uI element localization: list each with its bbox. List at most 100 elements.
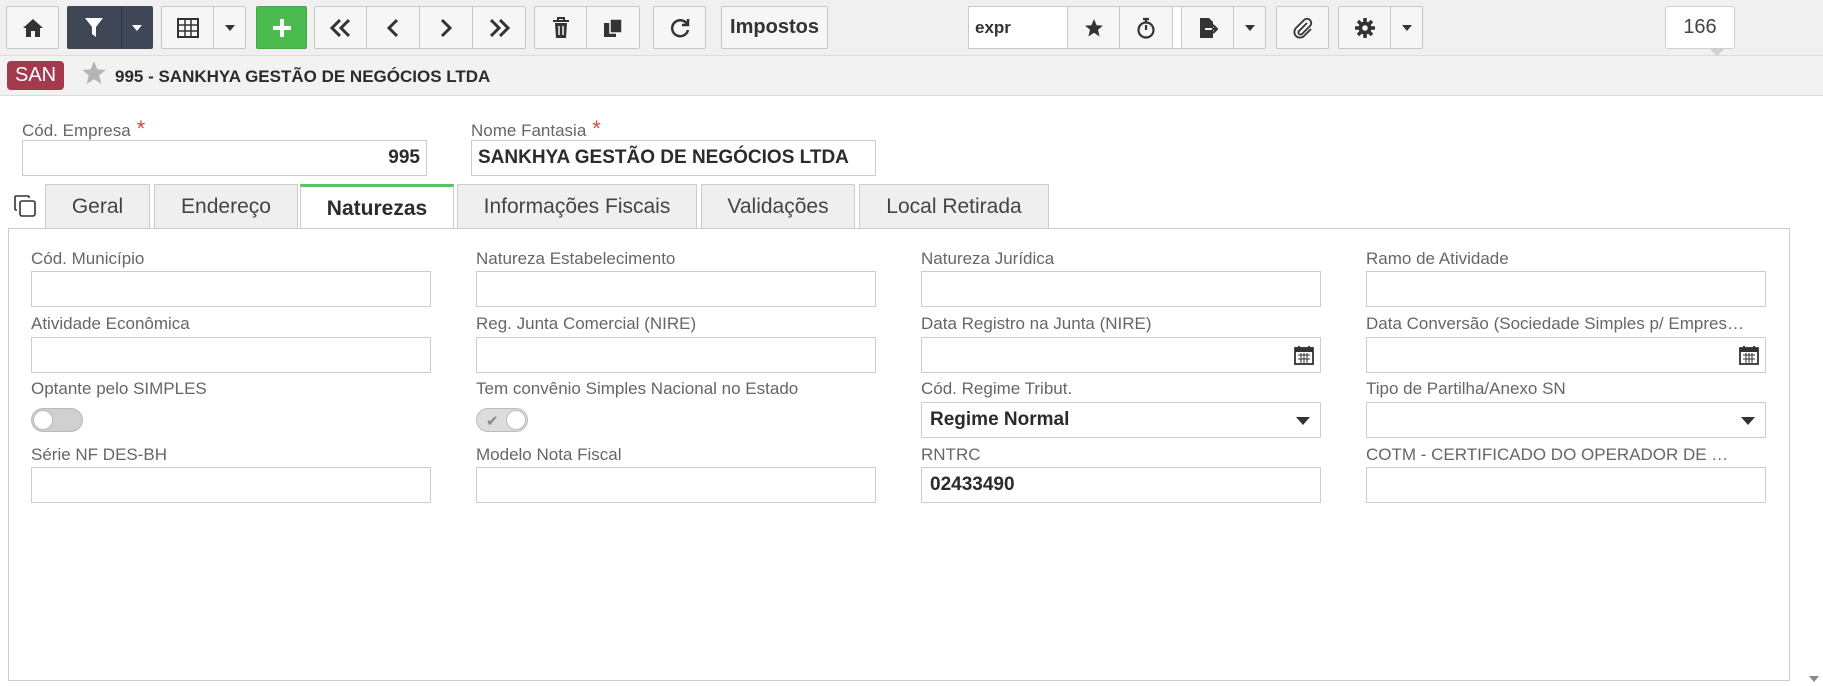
add-button[interactable]	[256, 6, 307, 49]
des-bh-series-input[interactable]	[31, 467, 431, 503]
caret-down-icon	[224, 24, 235, 31]
trade-name-field[interactable]: SANKHYA GESTÃO DE NEGÓCIOS LTDA	[471, 140, 876, 176]
field-label: Natureza Jurídica	[921, 249, 1055, 268]
home-icon	[22, 18, 43, 37]
filter-icon	[85, 17, 103, 37]
field-label: Data Conversão (Sociedade Simples p/ Emp…	[1366, 314, 1746, 333]
field-label: COTM - CERTIFICADO DO OPERADOR DE TRANSP…	[1366, 445, 1736, 464]
export-icon	[1199, 17, 1218, 38]
calendar-icon[interactable]	[1739, 345, 1759, 365]
field-label: Reg. Junta Comercial (NIRE)	[476, 314, 697, 333]
municipality-code-input[interactable]	[31, 271, 431, 307]
refresh-button[interactable]	[653, 6, 706, 49]
caret-down-icon	[132, 24, 142, 31]
caret-down-icon	[1401, 24, 1412, 31]
nire-date-input[interactable]	[921, 337, 1321, 373]
establishment-nature-input[interactable]	[476, 271, 876, 307]
field-label: Natureza Estabelecimento	[476, 249, 676, 268]
favorite-star-icon[interactable]	[81, 60, 107, 86]
grid-dropdown-button[interactable]	[214, 6, 246, 49]
duplicate-button[interactable]	[587, 6, 640, 49]
field-label: Optante pelo SIMPLES	[31, 379, 207, 398]
required-mark: *	[136, 116, 146, 141]
caret-down-icon	[1741, 417, 1755, 425]
refresh-icon	[670, 18, 689, 37]
tab-geral[interactable]: Geral	[45, 184, 150, 229]
tab-endereco[interactable]: Endereço	[154, 184, 298, 229]
rntrc-input[interactable]: 02433490	[921, 467, 1321, 503]
company-code-field[interactable]: 995	[22, 140, 427, 176]
copy-icon[interactable]	[13, 194, 37, 218]
simples-agreement-toggle[interactable]: ✔	[476, 408, 528, 432]
conversion-date-input[interactable]	[1366, 337, 1766, 373]
record-counter: 166	[1665, 6, 1735, 56]
taxes-button-label: Impostos	[730, 16, 819, 38]
export-dropdown-button[interactable]	[1234, 6, 1266, 49]
field-label: Cód. Regime Tribut.	[921, 379, 1073, 398]
chevron-right-icon	[440, 18, 453, 37]
simples-optant-toggle[interactable]	[31, 408, 83, 432]
tax-regime-value: Regime Normal	[930, 409, 1070, 430]
company-code-label: Cód. Empresa *	[22, 116, 146, 141]
calendar-icon[interactable]	[1294, 345, 1314, 365]
tab-validacoes[interactable]: Validações	[701, 184, 855, 229]
settings-dropdown-button[interactable]	[1391, 6, 1423, 49]
chevron-left-icon	[386, 18, 399, 37]
next-record-button[interactable]	[420, 6, 473, 49]
nire-registration-input[interactable]	[476, 337, 876, 373]
field-label: Modelo Nota Fiscal	[476, 445, 622, 464]
delete-button[interactable]	[534, 6, 587, 49]
stopwatch-icon	[1137, 17, 1155, 39]
required-mark: *	[592, 116, 601, 141]
tax-regime-select[interactable]: Regime Normal	[921, 402, 1321, 438]
double-chevron-left-icon	[329, 18, 350, 37]
trash-icon	[552, 16, 569, 38]
first-record-button[interactable]	[314, 6, 367, 49]
filter-dropdown-button[interactable]	[121, 6, 153, 49]
business-branch-input[interactable]	[1366, 271, 1766, 307]
cotm-input[interactable]	[1366, 467, 1766, 503]
last-record-button[interactable]	[473, 6, 526, 49]
invoice-model-input[interactable]	[476, 467, 876, 503]
page-title: 995 - SANKHYA GESTÃO DE NEGÓCIOS LTDA	[115, 67, 491, 86]
home-button[interactable]	[6, 6, 59, 49]
field-label: Cód. Município	[31, 249, 145, 268]
tab-local-retirada[interactable]: Local Retirada	[859, 184, 1049, 229]
tab-naturezas[interactable]: Naturezas	[300, 184, 454, 230]
field-label: Tipo de Partilha/Anexo SN	[1366, 379, 1566, 398]
field-label: Atividade Econômica	[31, 314, 190, 333]
title-bar: SAN 995 - SANKHYA GESTÃO DE NEGÓCIOS LTD…	[0, 56, 1823, 96]
field-label: Tem convênio Simples Nacional no Estado	[476, 379, 799, 398]
field-label: Data Registro na Junta (NIRE)	[921, 314, 1152, 333]
toggle-knob	[33, 410, 53, 430]
tab-informacoes-fiscais[interactable]: Informações Fiscais	[457, 184, 697, 229]
settings-button[interactable]	[1338, 6, 1391, 49]
legal-nature-input[interactable]	[921, 271, 1321, 307]
gear-icon	[1354, 17, 1375, 38]
field-label: Ramo de Atividade	[1366, 249, 1509, 268]
timer-button[interactable]	[1120, 6, 1173, 49]
sn-annex-select[interactable]	[1366, 402, 1766, 438]
field-label: Série NF DES-BH	[31, 445, 168, 464]
caret-down-icon	[1244, 24, 1255, 31]
toggle-knob	[506, 410, 526, 430]
filter-button[interactable]	[67, 6, 121, 49]
double-chevron-right-icon	[489, 18, 511, 37]
star-icon	[1084, 18, 1103, 36]
trade-name-label: Nome Fantasia *	[471, 116, 601, 141]
scroll-down-arrow[interactable]	[1809, 676, 1819, 682]
copy-icon	[604, 17, 623, 37]
grid-icon	[176, 17, 199, 38]
module-badge: SAN	[7, 61, 65, 90]
paperclip-icon	[1292, 17, 1312, 39]
favorite-button[interactable]	[1067, 6, 1120, 49]
field-label: RNTRC	[921, 445, 981, 464]
export-button[interactable]	[1181, 6, 1234, 49]
taxes-button[interactable]: Impostos	[721, 6, 828, 49]
check-icon: ✔	[486, 413, 499, 430]
previous-record-button[interactable]	[367, 6, 420, 49]
attach-button[interactable]	[1276, 6, 1329, 49]
grid-view-button[interactable]	[161, 6, 214, 49]
economic-activity-input[interactable]	[31, 337, 431, 373]
toolbar: Impostos 166	[0, 0, 1823, 56]
